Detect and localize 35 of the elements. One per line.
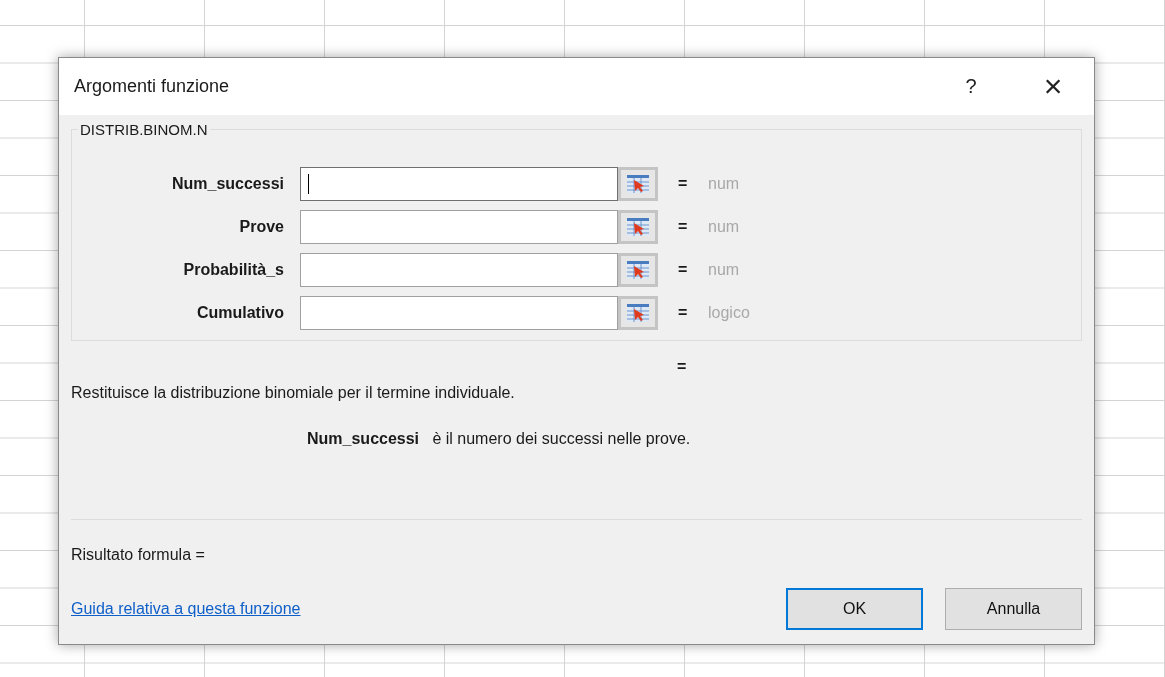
dialog-button[interactable]: OK <box>786 588 923 630</box>
argument-label: Probabilità_s <box>182 261 285 279</box>
range-select-button[interactable] <box>618 253 658 287</box>
table-cursor-icon <box>626 260 650 280</box>
function-description: Restituisce la distribuzione binomiale per il termine individuale. <box>71 384 516 402</box>
window-title: Argomenti funzione <box>74 76 231 97</box>
input-field[interactable] <box>300 167 618 201</box>
argument-type: num <box>708 261 740 279</box>
range-select-button[interactable] <box>618 210 658 244</box>
equals-sign: = <box>678 175 689 193</box>
equals-sign: = <box>678 218 689 236</box>
equals-sign: = <box>678 304 689 322</box>
argument-description: Num_successi è il numero dei successi nelle prove. <box>307 430 692 448</box>
argument-type: num <box>708 175 740 193</box>
argument-label: Num_successi <box>170 175 285 193</box>
table-cursor-icon <box>626 217 650 237</box>
input-field[interactable] <box>300 210 618 244</box>
range-select-button[interactable] <box>618 296 658 330</box>
table-cursor-icon <box>626 174 650 194</box>
argument-type: num <box>708 218 740 236</box>
help-link[interactable]: Guida relativa a questa funzione <box>71 600 786 618</box>
help-button[interactable]: ? <box>936 66 1006 107</box>
input-field[interactable] <box>300 253 618 287</box>
table-cursor-icon <box>626 303 650 323</box>
range-select-button[interactable] <box>618 167 658 201</box>
dialog-button[interactable]: Annulla <box>945 588 1082 630</box>
formula-result: Risultato formula = <box>71 546 206 564</box>
equals-sign: = <box>677 358 687 375</box>
argument-type: logico <box>708 304 750 322</box>
argument-label: Cumulativo <box>195 304 285 322</box>
argument-label: Prove <box>238 218 285 236</box>
input-field[interactable] <box>300 296 618 330</box>
text-cursor <box>308 174 309 194</box>
close-button[interactable]: × <box>1018 66 1088 107</box>
equals-sign: = <box>678 261 689 279</box>
